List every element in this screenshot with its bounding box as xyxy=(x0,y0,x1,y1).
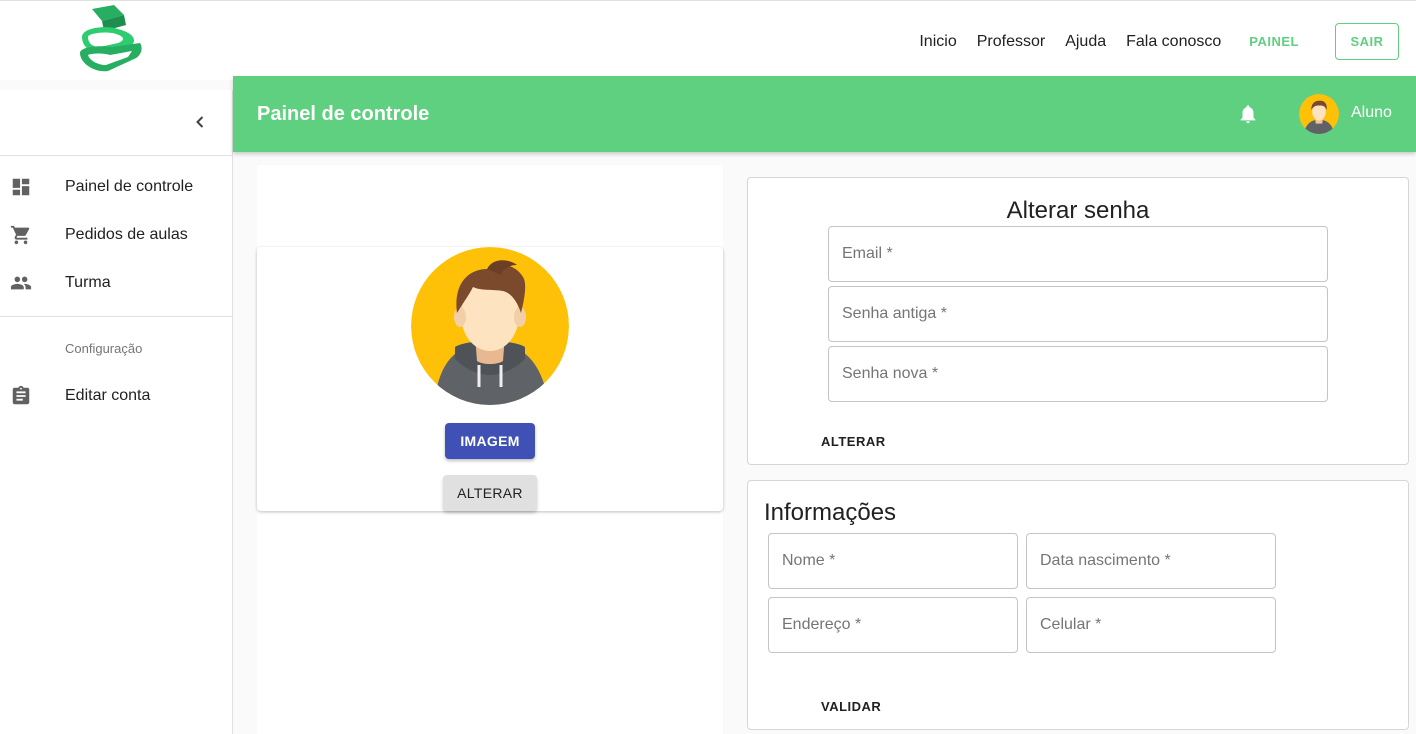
address-field[interactable] xyxy=(768,597,1018,653)
sidebar-item-label: Pedidos de aulas xyxy=(65,226,188,243)
sidebar-section-header: Configuração xyxy=(65,341,143,356)
old-password-field[interactable] xyxy=(828,286,1328,342)
top-header: Inicio Professor Ajuda Fala conosco PAIN… xyxy=(0,0,1416,80)
new-password-field[interactable] xyxy=(828,346,1328,402)
email-input[interactable] xyxy=(829,227,1327,281)
birthdate-input[interactable] xyxy=(1027,534,1275,588)
page-title: Painel de controle xyxy=(257,103,430,125)
name-input[interactable] xyxy=(769,534,1017,588)
chevron-left-icon[interactable] xyxy=(190,112,210,132)
nav-link-professor[interactable]: Professor xyxy=(977,33,1045,51)
sidebar-item-turma[interactable]: Turma xyxy=(0,259,232,307)
phone-input[interactable] xyxy=(1027,598,1275,652)
cart-icon xyxy=(10,225,30,245)
old-password-input[interactable] xyxy=(829,287,1327,341)
top-navigation: Inicio Professor Ajuda Fala conosco PAIN… xyxy=(919,23,1416,60)
email-field[interactable] xyxy=(828,226,1328,282)
validate-button[interactable]: VALIDAR xyxy=(821,699,881,714)
name-field[interactable] xyxy=(768,533,1018,589)
logo-icon[interactable] xyxy=(78,3,144,73)
new-password-input[interactable] xyxy=(829,347,1327,401)
dashboard-icon xyxy=(12,178,30,196)
change-image-button[interactable]: ALTERAR xyxy=(443,475,537,511)
change-password-card: Alterar senha ALTERAR xyxy=(747,177,1409,465)
sair-button[interactable]: SAIR xyxy=(1335,23,1399,60)
clipboard-icon xyxy=(12,385,30,405)
info-card: Informações VALIDAR xyxy=(747,480,1409,730)
user-name: Aluno xyxy=(1351,104,1392,121)
imagem-button[interactable]: IMAGEM xyxy=(445,423,535,459)
sidebar-item-painel-de-controle[interactable]: Painel de controle xyxy=(0,163,232,211)
sidebar-divider xyxy=(0,316,232,317)
sidebar-item-label: Editar conta xyxy=(65,387,151,404)
card-title: Alterar senha xyxy=(1006,197,1150,224)
nav-link-inicio[interactable]: Inicio xyxy=(919,33,956,51)
bell-icon[interactable] xyxy=(1237,103,1259,125)
phone-field[interactable] xyxy=(1026,597,1276,653)
profile-avatar xyxy=(411,247,569,405)
address-input[interactable] xyxy=(769,598,1017,652)
card-title: Informações xyxy=(764,499,897,526)
sidebar-item-pedidos-de-aulas[interactable]: Pedidos de aulas xyxy=(0,211,232,259)
change-password-button[interactable]: ALTERAR xyxy=(821,434,886,449)
sidebar-item-label: Painel de controle xyxy=(65,178,194,195)
painel-button[interactable]: PAINEL xyxy=(1249,34,1299,49)
people-icon xyxy=(10,276,32,290)
sidebar: Painel de controle Pedidos de aulas Turm… xyxy=(0,90,233,734)
birthdate-field[interactable] xyxy=(1026,533,1276,589)
avatar-card: IMAGEM ALTERAR xyxy=(257,247,723,511)
avatar[interactable] xyxy=(1299,94,1339,134)
sidebar-item-editar-conta[interactable]: Editar conta xyxy=(0,372,232,420)
sidebar-divider xyxy=(0,155,232,156)
nav-link-ajuda[interactable]: Ajuda xyxy=(1065,33,1106,51)
nav-link-fala-conosco[interactable]: Fala conosco xyxy=(1126,33,1221,51)
app-bar: Painel de controle Aluno xyxy=(233,76,1416,152)
sidebar-item-label: Turma xyxy=(65,274,111,291)
